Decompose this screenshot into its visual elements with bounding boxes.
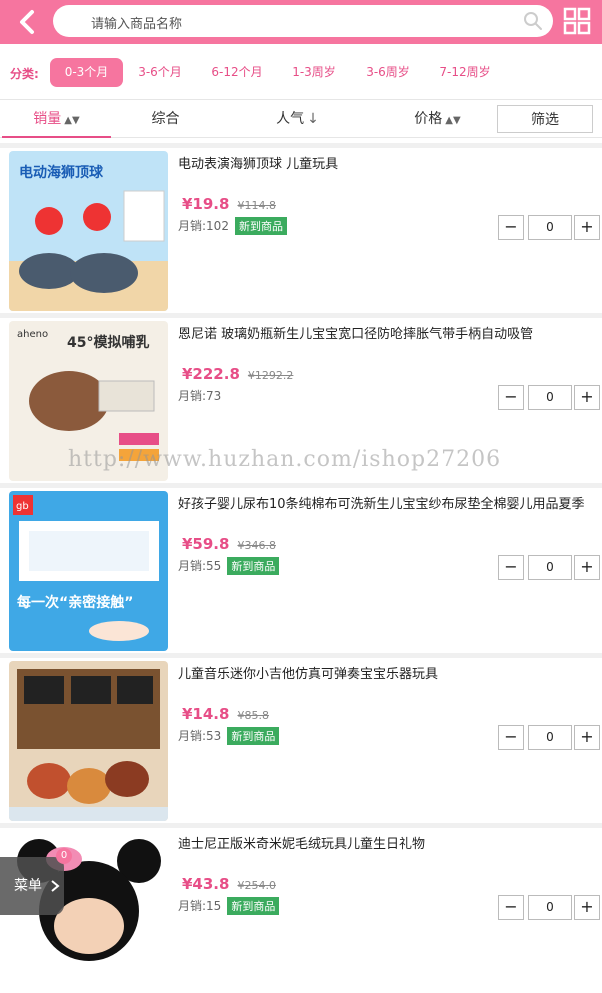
quantity-field[interactable]: 0 bbox=[528, 725, 572, 750]
sales-value: 月销:15 bbox=[178, 899, 222, 913]
category-label: 分类: bbox=[10, 67, 39, 81]
sales-value: 月销:73 bbox=[178, 389, 222, 403]
decrease-button[interactable]: − bbox=[498, 725, 524, 750]
product-price: ¥43.8 ¥254.0 bbox=[182, 875, 276, 893]
product-image[interactable] bbox=[9, 661, 168, 821]
sort-popularity[interactable]: 人气 ↓ bbox=[240, 100, 355, 138]
sort-arrows-icon: ▲▼ bbox=[445, 115, 461, 126]
quantity-field[interactable]: 0 bbox=[528, 895, 572, 920]
cart-count-badge: 0 bbox=[56, 848, 72, 864]
product-image[interactable]: gb 每一次“亲密接触” bbox=[9, 491, 168, 651]
original-price: ¥85.8 bbox=[237, 709, 269, 722]
search-icon[interactable] bbox=[523, 11, 543, 31]
increase-button[interactable]: + bbox=[574, 215, 600, 240]
category-7-12-years[interactable]: 7-12周岁 bbox=[430, 58, 500, 87]
monthly-sales: 月销:53 新到商品 bbox=[178, 727, 280, 745]
quantity-field[interactable]: 0 bbox=[528, 215, 572, 240]
svg-text:aheno: aheno bbox=[17, 329, 48, 340]
product-banner-text: 电动海狮顶球 bbox=[19, 164, 104, 181]
new-badge: 新到商品 bbox=[227, 557, 280, 575]
decrease-button[interactable]: − bbox=[498, 895, 524, 920]
product-item[interactable]: gb 每一次“亲密接触” 好孩子婴儿尿布10条纯棉布可洗新生儿宝宝纱布尿垫全棉婴… bbox=[0, 483, 602, 653]
sort-sales[interactable]: 销量 ▲▼ bbox=[2, 100, 111, 138]
original-price: ¥346.8 bbox=[237, 539, 276, 552]
quantity-field[interactable]: 0 bbox=[528, 385, 572, 410]
sales-value: 月销:53 bbox=[178, 729, 222, 743]
category-3-6-months[interactable]: 3-6个月 bbox=[128, 58, 192, 87]
chevron-right-icon bbox=[51, 880, 61, 892]
original-price: ¥1292.2 bbox=[247, 369, 294, 382]
quantity-field[interactable]: 0 bbox=[528, 555, 572, 580]
sort-popularity-label: 人气 bbox=[276, 111, 305, 127]
category-bar: 分类: 0-3个月 3-6个月 6-12个月 1-3周岁 3-6周岁 7-12周… bbox=[0, 44, 602, 100]
original-price: ¥114.8 bbox=[237, 199, 276, 212]
product-banner-text: 45°模拟哺乳 bbox=[67, 334, 149, 351]
category-1-3-years[interactable]: 1-3周岁 bbox=[282, 58, 346, 87]
sort-sales-label: 销量 bbox=[33, 111, 62, 127]
sort-arrows-icon: ▲▼ bbox=[64, 115, 80, 126]
price-value: ¥14.8 bbox=[182, 705, 230, 723]
increase-button[interactable]: + bbox=[574, 385, 600, 410]
price-value: ¥43.8 bbox=[182, 875, 230, 893]
product-name[interactable]: 电动表演海狮顶球 儿童玩具 bbox=[178, 153, 598, 172]
product-name[interactable]: 儿童音乐迷你小吉他仿真可弹奏宝宝乐器玩具 bbox=[178, 663, 598, 682]
increase-button[interactable]: + bbox=[574, 555, 600, 580]
product-price: ¥59.8 ¥346.8 bbox=[182, 535, 276, 553]
search-input[interactable]: 请输入商品名称 bbox=[53, 5, 553, 37]
decrease-button[interactable]: − bbox=[498, 555, 524, 580]
product-image[interactable]: 电动海狮顶球 bbox=[9, 151, 168, 311]
price-value: ¥19.8 bbox=[182, 195, 230, 213]
category-0-3-months[interactable]: 0-3个月 bbox=[50, 58, 123, 87]
product-price: ¥19.8 ¥114.8 bbox=[182, 195, 276, 213]
top-bar: 请输入商品名称 bbox=[0, 0, 602, 44]
product-item[interactable]: aheno 45°模拟哺乳 恩尼诺 玻璃奶瓶新生儿宝宝宽口径防呛摔胀气带手柄自动… bbox=[0, 313, 602, 483]
back-icon[interactable] bbox=[14, 8, 44, 36]
increase-button[interactable]: + bbox=[574, 725, 600, 750]
price-value: ¥222.8 bbox=[182, 365, 240, 383]
product-name[interactable]: 好孩子婴儿尿布10条纯棉布可洗新生儿宝宝纱布尿垫全棉婴儿用品夏季 bbox=[178, 493, 598, 512]
original-price: ¥254.0 bbox=[237, 879, 276, 892]
price-value: ¥59.8 bbox=[182, 535, 230, 553]
product-price: ¥222.8 ¥1292.2 bbox=[182, 365, 293, 383]
decrease-button[interactable]: − bbox=[498, 385, 524, 410]
monthly-sales: 月销:102 新到商品 bbox=[178, 217, 287, 235]
product-item[interactable]: 电动海狮顶球 电动表演海狮顶球 儿童玩具 ¥19.8 ¥114.8 月销:102 新… bbox=[0, 143, 602, 313]
new-badge: 新到商品 bbox=[227, 897, 280, 915]
product-image[interactable]: aheno 45°模拟哺乳 bbox=[9, 321, 168, 481]
sort-price[interactable]: 价格 ▲▼ bbox=[380, 100, 495, 138]
grid-view-icon[interactable] bbox=[563, 7, 591, 35]
svg-text:gb: gb bbox=[16, 501, 29, 512]
product-name[interactable]: 迪士尼正版米奇米妮毛绒玩具儿童生日礼物 bbox=[178, 833, 598, 852]
sort-price-label: 价格 bbox=[414, 111, 443, 127]
menu-button[interactable]: 菜单 bbox=[0, 857, 64, 915]
search-placeholder: 请输入商品名称 bbox=[91, 17, 183, 32]
arrow-down-icon: ↓ bbox=[307, 111, 319, 127]
decrease-button[interactable]: − bbox=[498, 215, 524, 240]
monthly-sales: 月销:73 bbox=[178, 387, 221, 404]
monthly-sales: 月销:55 新到商品 bbox=[178, 557, 280, 575]
product-item[interactable]: 儿童音乐迷你小吉他仿真可弹奏宝宝乐器玩具 ¥14.8 ¥85.8 月销:53 新到商… bbox=[0, 653, 602, 823]
filter-button[interactable]: 筛选 bbox=[497, 105, 593, 133]
sort-bar: 销量 ▲▼ 综合 人气 ↓ 价格 ▲▼ 筛选 bbox=[0, 100, 602, 138]
new-badge: 新到商品 bbox=[234, 217, 287, 235]
sort-overall-label: 综合 bbox=[151, 111, 180, 127]
menu-label: 菜单 bbox=[14, 878, 42, 894]
monthly-sales: 月销:15 新到商品 bbox=[178, 897, 280, 915]
product-name[interactable]: 恩尼诺 玻璃奶瓶新生儿宝宝宽口径防呛摔胀气带手柄自动吸管 bbox=[178, 323, 598, 342]
product-banner-text: 每一次“亲密接触” bbox=[17, 594, 133, 611]
product-price: ¥14.8 ¥85.8 bbox=[182, 705, 269, 723]
sales-value: 月销:55 bbox=[178, 559, 222, 573]
sales-value: 月销:102 bbox=[178, 219, 229, 233]
product-item[interactable]: 迪士尼正版米奇米妮毛绒玩具儿童生日礼物 ¥43.8 ¥254.0 月销:15 新到商… bbox=[0, 823, 602, 993]
new-badge: 新到商品 bbox=[227, 727, 280, 745]
increase-button[interactable]: + bbox=[574, 895, 600, 920]
category-6-12-months[interactable]: 6-12个月 bbox=[202, 58, 272, 87]
sort-overall[interactable]: 综合 bbox=[111, 100, 220, 138]
category-3-6-years[interactable]: 3-6周岁 bbox=[356, 58, 420, 87]
